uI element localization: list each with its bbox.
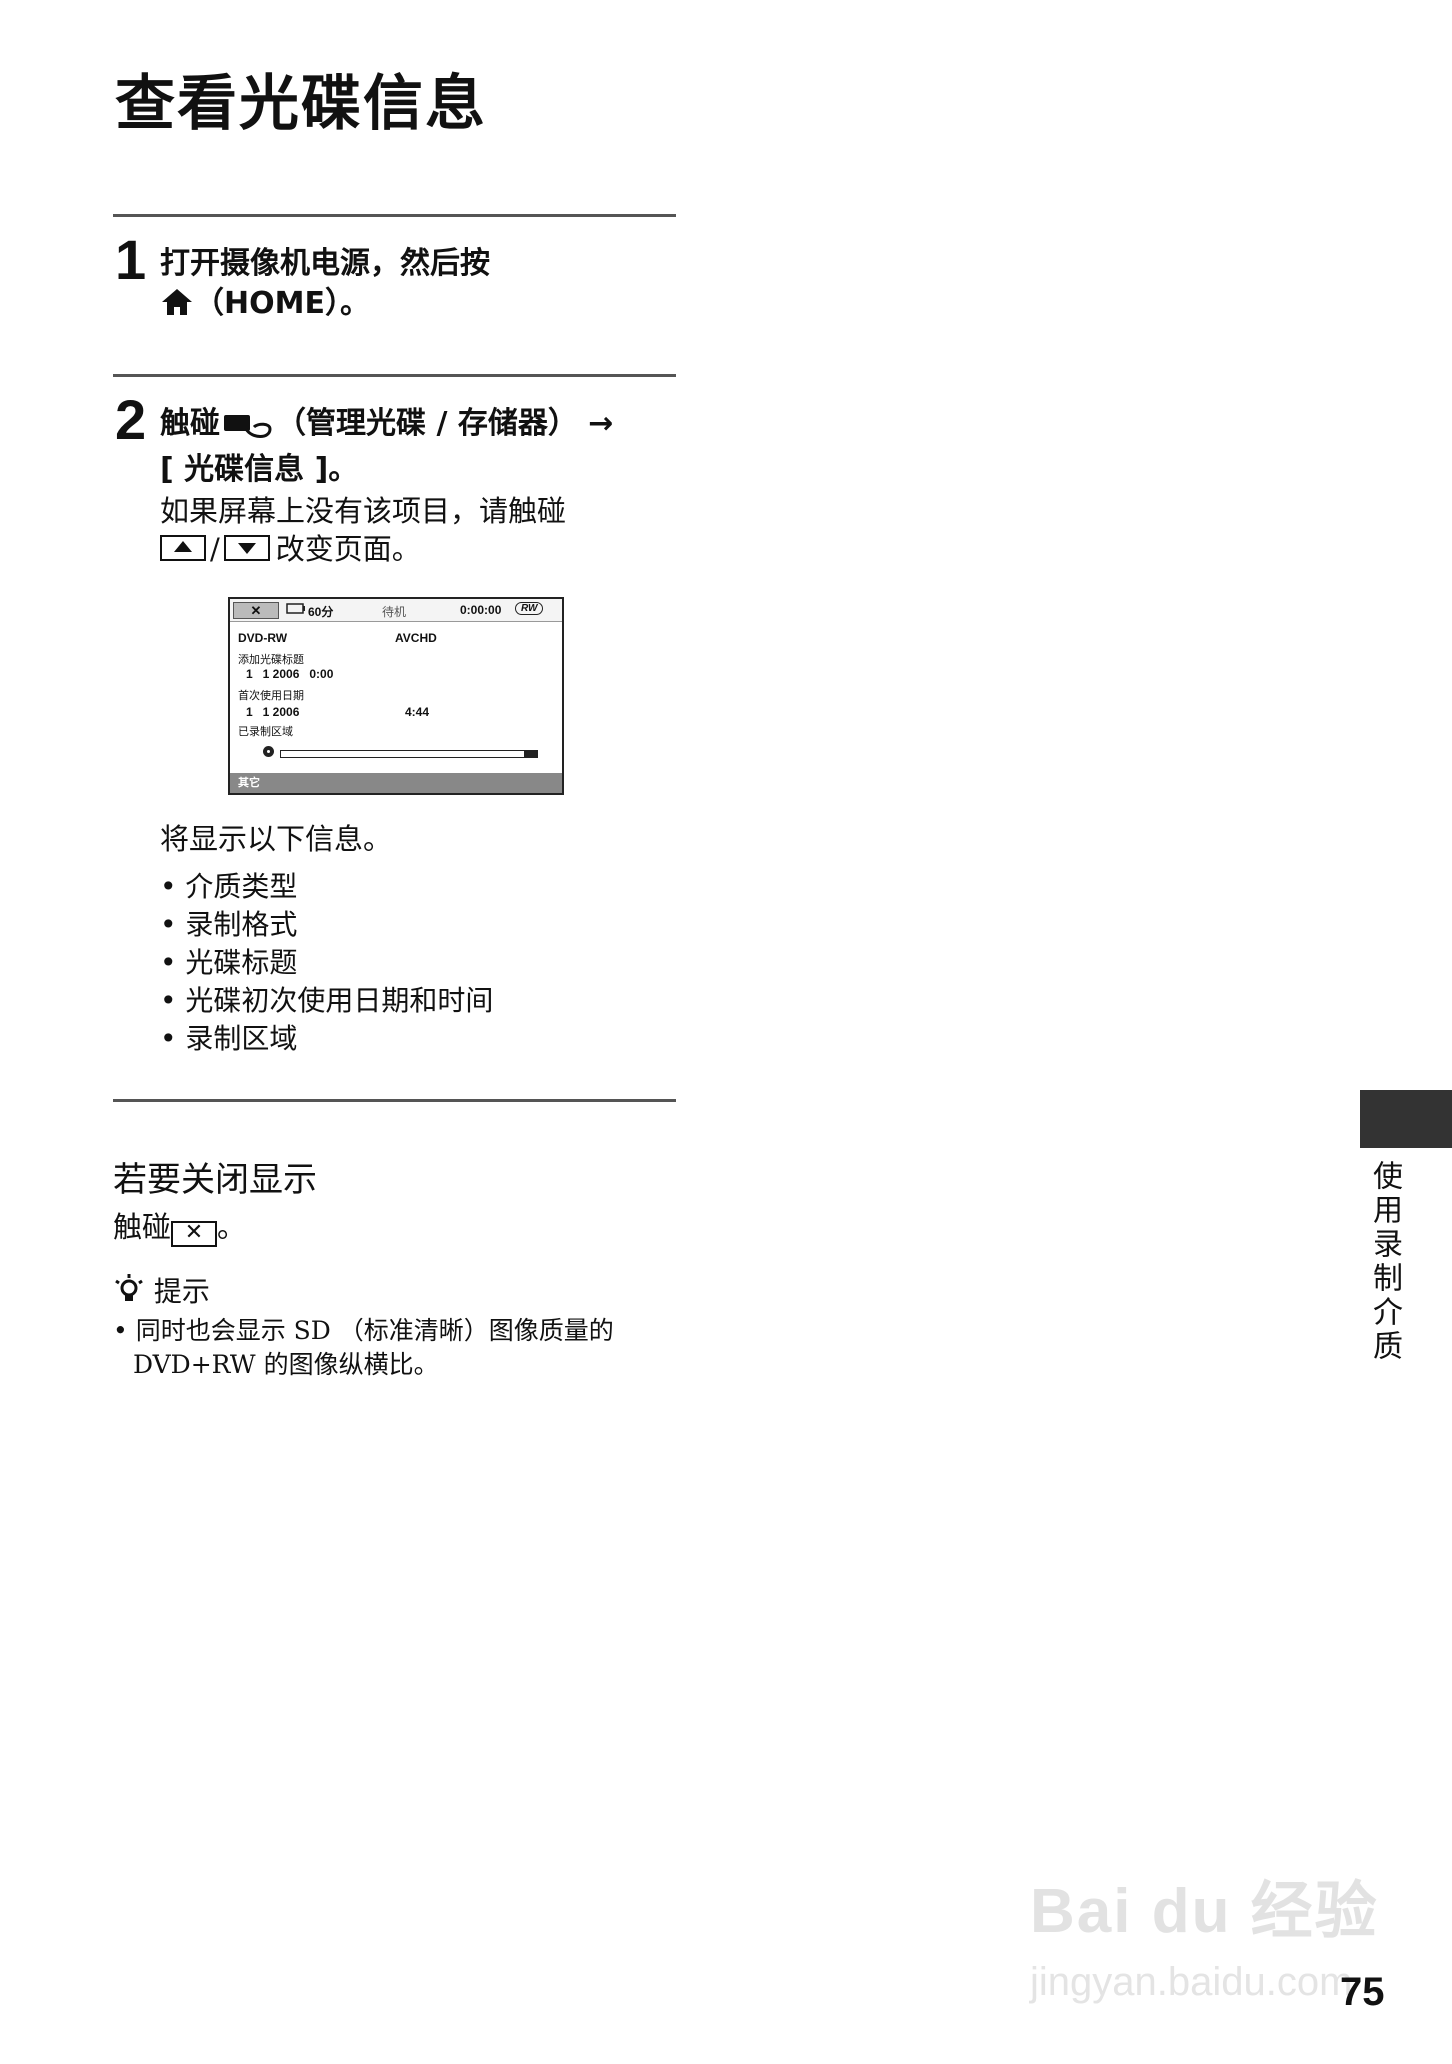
disc-icon (262, 745, 275, 761)
step1-line2-wrap: （HOME）。 (160, 284, 490, 328)
first-use-value: 1 1 2006 (246, 705, 300, 719)
recorded-area-fill (524, 751, 537, 757)
lcd-screen: ✕ 60分 待机 0:00:00 RW DVD-RW AVCHD 添加光碟标题 … (228, 597, 564, 795)
recorded-area-label: 已录制区域 (238, 726, 293, 738)
disc-title-label: 添加光碟标题 (238, 654, 304, 666)
step2-text: 触碰 （管理光碟 / 存储器） → [ 光碟信息 ]。 (160, 404, 680, 490)
disc-title-value: 1 1 2006 0:00 (246, 667, 334, 681)
tips-heading-wrap: 提示 (113, 1270, 210, 1314)
step2-note-line1: 如果屏幕上没有该项目，请触碰 (160, 494, 567, 528)
divider (113, 1099, 676, 1102)
step1-line1: 打开摄像机电源，然后按 (160, 246, 490, 281)
step2-line1-rest: （管理光碟 / 存储器） → (276, 406, 614, 441)
page-number: 75 (1340, 1970, 1385, 2014)
slash: / (210, 532, 220, 566)
close-icon: ✕ (171, 1221, 218, 1247)
step2-note-line2: / 改变页面。 (160, 530, 680, 568)
tips-line2: DVD+RW 的图像纵横比。 (133, 1350, 439, 1379)
time-counter: 0:00:00 (460, 603, 502, 617)
disc-manage-icon (222, 409, 274, 450)
first-use-label: 首次使用日期 (238, 690, 304, 702)
close-text-end: 。 (217, 1210, 247, 1244)
step2-note: 如果屏幕上没有该项目，请触碰 / 改变页面。 (160, 492, 680, 568)
step2-note-tail: 改变页面。 (275, 532, 421, 566)
status-text: 待机 (382, 605, 407, 619)
scroll-down-button-icon (223, 535, 270, 561)
step-number: 2 (115, 388, 147, 451)
remaining-time: 4:44 (405, 705, 430, 719)
step2-touch-label: 触碰 (160, 406, 220, 441)
list-item: 录制格式 (160, 906, 493, 944)
info-intro: 将显示以下信息。 (160, 822, 393, 856)
media-type: DVD-RW (238, 631, 288, 645)
baidu-watermark-logo: Bai du 经验 (1030, 1877, 1379, 1946)
list-item: 介质类型 (160, 868, 493, 906)
list-item: 光碟初次使用日期和时间 (160, 982, 493, 1020)
disc-type-badge: RW (515, 602, 544, 615)
baidu-watermark-url: jingyan.baidu.com (1030, 1960, 1353, 2004)
step-number: 1 (115, 228, 147, 291)
step2-line1: 触碰 （管理光碟 / 存储器） → (160, 404, 680, 450)
info-list: 介质类型 录制格式 光碟标题 光碟初次使用日期和时间 录制区域 (160, 868, 493, 1058)
divider (113, 214, 676, 217)
battery-icon (286, 603, 306, 617)
scroll-up-button-icon (160, 535, 206, 561)
divider (113, 374, 676, 377)
tips-heading: 提示 (153, 1275, 210, 1308)
screen-status-bar: ✕ 60分 待机 0:00:00 RW (230, 599, 562, 622)
list-item: 录制区域 (160, 1020, 493, 1058)
close-heading: 若要关闭显示 (113, 1160, 317, 1200)
page-title: 查看光碟信息 (115, 69, 487, 139)
close-button[interactable]: ✕ (233, 602, 279, 619)
step1-text: 打开摄像机电源，然后按 （HOME）。 (160, 244, 490, 328)
home-icon (160, 287, 194, 328)
step2-line2: [ 光碟信息 ]。 (160, 452, 359, 487)
close-text: 触碰 (113, 1210, 172, 1244)
tips-body: • 同时也会显示 SD （标准清晰）图像质量的 DVD+RW 的图像纵横比。 (113, 1314, 614, 1382)
section-tab-label: 使用录制介质 (1367, 1160, 1402, 1364)
section-tab-marker (1360, 1090, 1452, 1148)
tips-line1: • 同时也会显示 SD （标准清晰）图像质量的 (113, 1316, 614, 1345)
close-instruction: 触碰 ✕。 (113, 1208, 246, 1247)
battery-remaining: 60分 (308, 605, 334, 619)
step1-line2: （HOME）。 (194, 286, 370, 321)
other-menu[interactable]: 其它 (238, 777, 260, 789)
screen-footer: 其它 (230, 773, 562, 793)
lightbulb-icon (113, 1273, 145, 1314)
record-format: AVCHD (395, 631, 437, 645)
recorded-area-bar (280, 750, 538, 758)
list-item: 光碟标题 (160, 944, 493, 982)
